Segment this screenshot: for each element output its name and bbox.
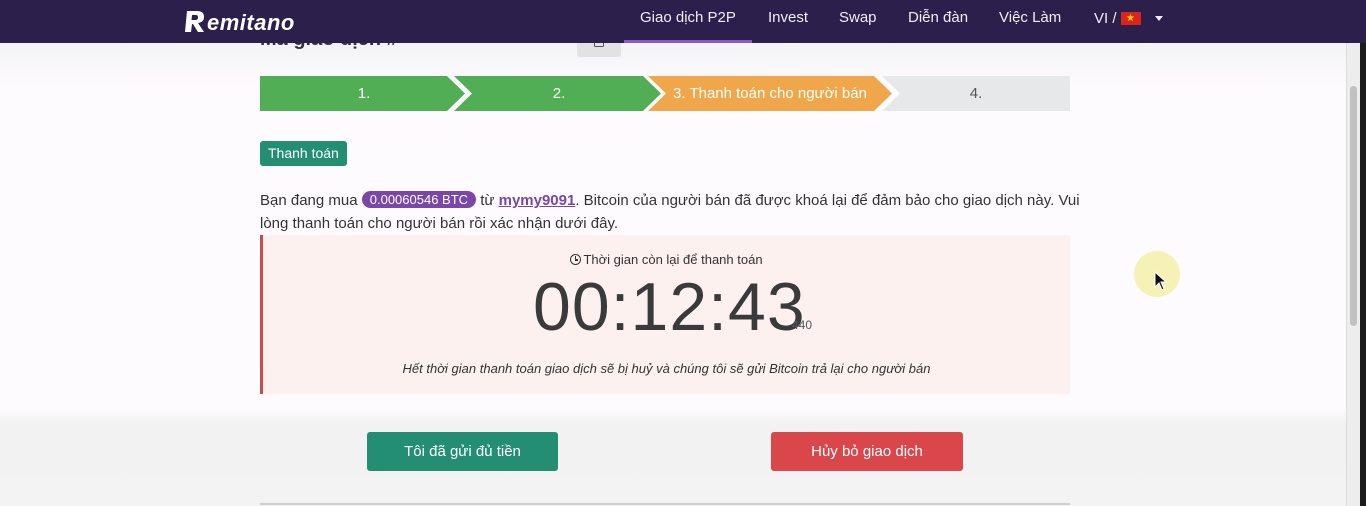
confirm-payment-button[interactable]: Tôi đã gửi đủ tiền (367, 432, 558, 471)
timer-note: Hết thời gian thanh toán giao dịch sẽ bị… (402, 361, 931, 376)
step-3-current: 3. Thanh toán cho người bán (648, 76, 892, 111)
remitano-logo[interactable]: emitano (184, 6, 295, 36)
seller-link[interactable]: mymy9091 (499, 192, 576, 209)
cancel-trade-button[interactable]: Hủy bỏ giao dịch (771, 432, 963, 471)
clock-icon (570, 254, 582, 265)
btc-amount-badge: 0.00060546 BTC (361, 191, 477, 208)
nav-p2p[interactable]: Giao dịch P2P (624, 0, 752, 43)
logo-text: emitano (207, 10, 295, 35)
chevron-down-icon (1154, 15, 1163, 21)
scrollbar-thumb[interactable] (1350, 86, 1357, 326)
timer-label: Thời gian còn lại để thanh toán (263, 252, 1070, 267)
section-divider (260, 503, 1070, 505)
language-code: VI / (1094, 9, 1117, 27)
step-4: 4. (882, 76, 1070, 111)
purchase-message: Bạn đang mua 0.00060546 BTC từ mymy9091.… (260, 191, 1080, 232)
vertical-scrollbar[interactable] (1346, 43, 1361, 506)
countdown-milliseconds: 440 (792, 318, 813, 332)
nav-forum[interactable]: Diễn đàn (908, 0, 968, 43)
window-edge (1360, 43, 1366, 506)
step-1: 1. (260, 76, 468, 111)
vietnam-flag-icon: ★ (1120, 11, 1141, 25)
nav-jobs[interactable]: Việc Làm (999, 0, 1061, 43)
nav-swap[interactable]: Swap (839, 0, 877, 43)
logo-r-mark-icon (185, 11, 204, 32)
progress-steps: 1. 2. 3. Thanh toán cho người bán 4. (260, 76, 1070, 111)
payment-timer-box: Thời gian còn lại để thanh toán 00:12:43… (260, 235, 1070, 394)
payment-section-badge: Thanh toán (260, 141, 347, 166)
language-selector[interactable]: VI / ★ (1094, 0, 1163, 36)
step-2: 2. (454, 76, 664, 111)
mouse-pointer-icon (1154, 271, 1168, 291)
nav-invest[interactable]: Invest (768, 0, 808, 43)
countdown-time: 00:12:43 (533, 269, 806, 345)
top-navbar: emitano Giao dịch P2P Invest Swap Diễn đ… (0, 0, 1366, 43)
